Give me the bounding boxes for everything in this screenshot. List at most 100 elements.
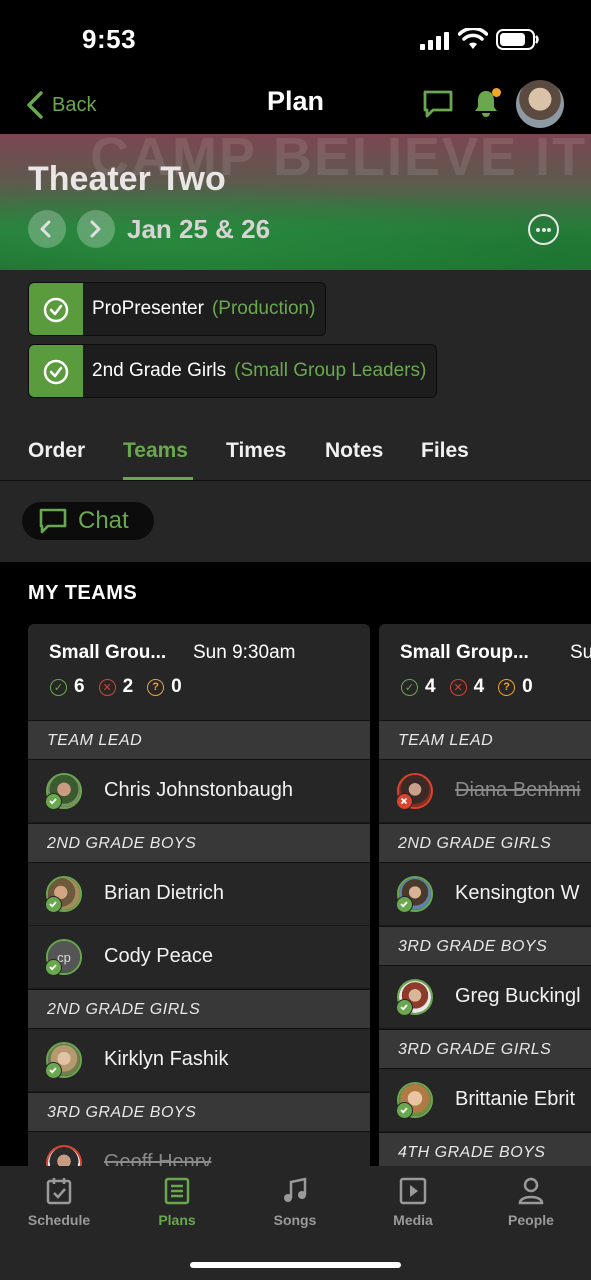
service-type-title: Theater Two bbox=[28, 160, 226, 198]
plan-tabs: Order Teams Times Notes Files bbox=[0, 433, 591, 481]
home-indicator bbox=[190, 1262, 401, 1268]
person-row[interactable]: Geoff Henry bbox=[28, 1132, 370, 1166]
confirmed-badge-icon bbox=[45, 896, 62, 913]
unconfirmed-count: 0 bbox=[522, 676, 533, 697]
plan-list-icon bbox=[164, 1177, 190, 1205]
tab-files[interactable]: Files bbox=[421, 439, 469, 463]
confirmed-badge-icon bbox=[396, 999, 413, 1016]
tab-bar-people[interactable]: People bbox=[472, 1176, 590, 1228]
declined-icon: ✕ bbox=[449, 678, 467, 696]
play-square-icon bbox=[399, 1177, 427, 1205]
assignment-propresenter[interactable]: ProPresenter (Production) bbox=[28, 282, 327, 336]
position-header: TEAM LEAD bbox=[379, 720, 591, 760]
tab-bar-label: Plans bbox=[158, 1212, 196, 1228]
previous-plan-button[interactable] bbox=[28, 210, 66, 248]
position-header: 2ND GRADE GIRLS bbox=[28, 989, 370, 1029]
confirmed-badge-icon bbox=[396, 1102, 413, 1119]
section-title: MY TEAMS bbox=[28, 582, 138, 604]
plan-header: CAMP BELIEVE IT Theater Two Jan 25 & 26 bbox=[0, 134, 591, 270]
person-name: Diana Benhmi bbox=[455, 779, 581, 801]
tab-order[interactable]: Order bbox=[28, 439, 85, 463]
position-header: 2ND GRADE BOYS bbox=[28, 823, 370, 863]
chevron-right-icon bbox=[90, 220, 101, 238]
status-counts: ✓ 6 ✕ 2 ? 0 bbox=[50, 676, 182, 698]
status-bar: 9:53 bbox=[0, 0, 591, 76]
wifi-icon bbox=[458, 28, 488, 49]
tab-bar-label: People bbox=[508, 1212, 554, 1228]
tab-notes[interactable]: Notes bbox=[325, 439, 383, 463]
assignment-2nd-grade-girls[interactable]: 2nd Grade Girls (Small Group Leaders) bbox=[28, 344, 438, 398]
assignment-role: (Production) bbox=[211, 298, 316, 319]
person-row[interactable]: cp Cody Peace bbox=[28, 926, 370, 989]
person-name: Geoff Henry bbox=[104, 1151, 212, 1166]
page-title: Plan bbox=[266, 86, 325, 116]
declined-icon: ✕ bbox=[98, 678, 116, 696]
team-name: Small Grou... bbox=[49, 642, 167, 663]
person-row[interactable]: Kensington W bbox=[379, 863, 591, 926]
next-plan-button[interactable] bbox=[77, 210, 115, 248]
position-header: TEAM LEAD bbox=[28, 720, 370, 760]
unconfirmed-count: 0 bbox=[171, 676, 182, 697]
confirmed-icon: ✓ bbox=[401, 678, 418, 696]
person-name: Kensington W bbox=[455, 882, 580, 904]
cellular-signal-icon bbox=[420, 32, 449, 50]
assignment-name: 2nd Grade Girls bbox=[92, 360, 227, 381]
tab-bar-plans[interactable]: Plans bbox=[118, 1176, 236, 1228]
team-name: Small Group... bbox=[400, 642, 529, 663]
notification-dot bbox=[492, 88, 501, 97]
person-name: Greg Buckingl bbox=[455, 985, 581, 1007]
declined-count: 2 bbox=[122, 676, 134, 697]
check-circle-icon bbox=[43, 297, 69, 323]
confirmed-count: 6 bbox=[74, 676, 85, 697]
chat-label: Chat bbox=[78, 507, 129, 534]
team-card-header: Small Grou... Sun 9:30am ✓ 6 ✕ 2 ? 0 bbox=[28, 624, 370, 720]
tab-bar-label: Schedule bbox=[27, 1212, 91, 1228]
person-row[interactable]: Diana Benhmi bbox=[379, 760, 591, 823]
person-row[interactable]: Chris Johnstonbaugh bbox=[28, 760, 370, 823]
unconfirmed-icon: ? bbox=[147, 678, 165, 696]
assignment-status bbox=[29, 345, 83, 397]
team-card-header: Small Group... Su ✓ 4 ✕ 4 ? 0 bbox=[379, 624, 591, 720]
active-tab-indicator bbox=[123, 477, 193, 480]
team-chat-button[interactable]: Chat bbox=[22, 502, 154, 540]
person-name: Kirklyn Fashik bbox=[104, 1048, 229, 1070]
user-avatar[interactable] bbox=[516, 80, 564, 128]
tab-bar-label: Songs bbox=[273, 1212, 317, 1228]
person-row[interactable]: Kirklyn Fashik bbox=[28, 1029, 370, 1092]
tab-bar-songs[interactable]: Songs bbox=[236, 1176, 354, 1228]
tab-teams[interactable]: Teams bbox=[123, 439, 188, 463]
unconfirmed-icon: ? bbox=[498, 678, 516, 696]
plan-main: ProPresenter (Production) 2nd Grade Girls… bbox=[0, 270, 591, 562]
plan-date: Jan 25 & 26 bbox=[127, 214, 271, 244]
person-avatar bbox=[46, 1145, 82, 1166]
tab-times[interactable]: Times bbox=[226, 439, 286, 463]
confirmed-count: 4 bbox=[425, 676, 436, 697]
person-name: Brian Dietrich bbox=[104, 882, 225, 904]
chat-icon bbox=[39, 508, 67, 534]
declined-badge-icon bbox=[396, 793, 413, 810]
tab-bar-media[interactable]: Media bbox=[354, 1176, 472, 1228]
assignment-role: (Small Group Leaders) bbox=[234, 360, 427, 381]
position-header: 3RD GRADE BOYS bbox=[379, 926, 591, 966]
tab-bar-label: Media bbox=[393, 1212, 433, 1228]
position-header: 4TH GRADE BOYS bbox=[379, 1132, 591, 1166]
team-time: Su bbox=[570, 642, 591, 663]
tab-bar-schedule[interactable]: Schedule bbox=[0, 1176, 118, 1228]
confirmed-badge-icon bbox=[45, 793, 62, 810]
battery-icon bbox=[496, 29, 539, 50]
music-note-icon bbox=[284, 1177, 307, 1202]
person-row[interactable]: Brittanie Ebrit bbox=[379, 1069, 591, 1132]
position-header: 3RD GRADE BOYS bbox=[28, 1092, 370, 1132]
person-name: Cody Peace bbox=[104, 945, 213, 967]
more-options-button[interactable] bbox=[528, 214, 559, 245]
team-card[interactable]: Small Grou... Sun 9:30am ✓ 6 ✕ 2 ? 0 TEAM L… bbox=[28, 624, 370, 1166]
calendar-check-icon bbox=[46, 1178, 72, 1205]
team-card[interactable]: Small Group... Su ✓ 4 ✕ 4 ? 0 TEAM LEAD Dia… bbox=[379, 624, 591, 1166]
person-row[interactable]: Greg Buckingl bbox=[379, 966, 591, 1029]
confirmed-icon: ✓ bbox=[50, 678, 67, 696]
status-time: 9:53 bbox=[82, 24, 137, 54]
confirmed-badge-icon bbox=[45, 1062, 62, 1079]
chat-icon[interactable] bbox=[422, 89, 454, 119]
chevron-left-icon bbox=[40, 220, 51, 238]
person-row[interactable]: Brian Dietrich bbox=[28, 863, 370, 926]
